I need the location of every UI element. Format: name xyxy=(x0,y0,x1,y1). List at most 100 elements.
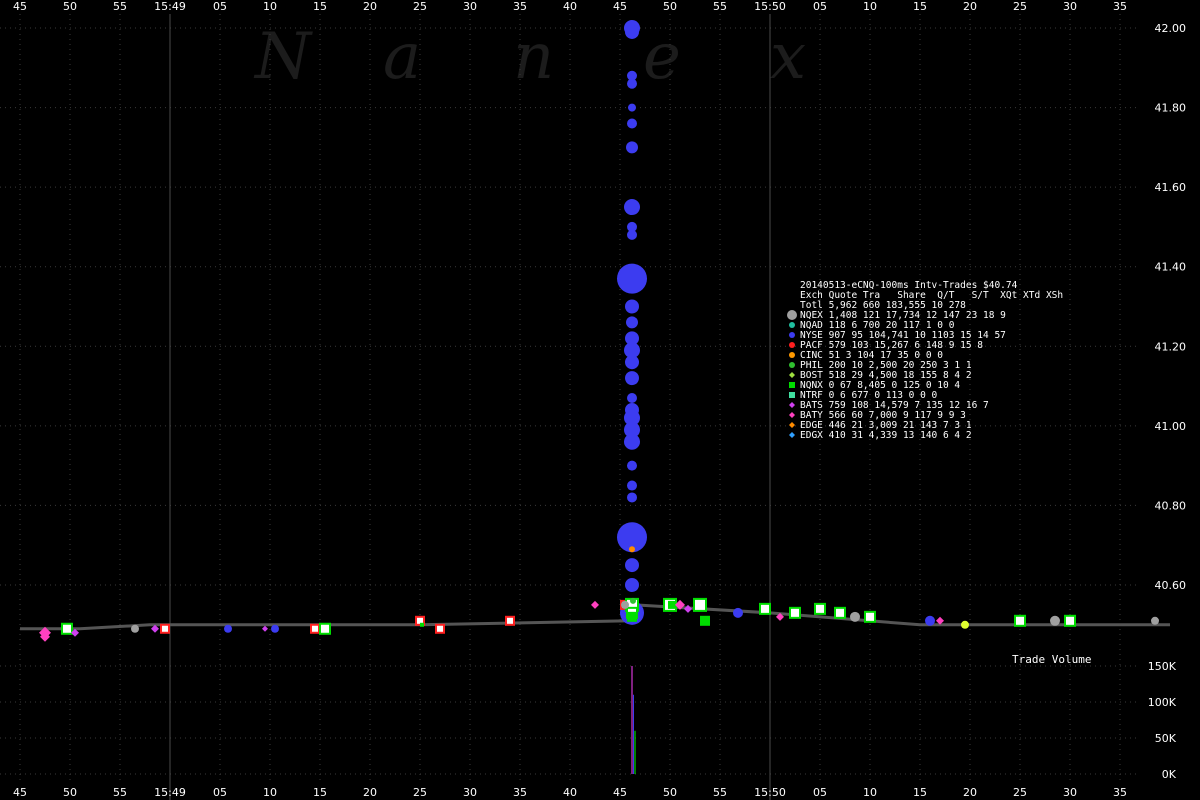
x-tick-top: 15 xyxy=(913,0,927,13)
x-tick-top: 05 xyxy=(213,0,227,13)
legend-symbol xyxy=(787,310,797,320)
trade-point-nyse xyxy=(624,433,640,450)
y-tick: 42.00 xyxy=(1155,22,1187,35)
trade-point-nqex xyxy=(850,611,860,622)
trade-point-nyse xyxy=(625,355,639,370)
x-tick-bottom: 05 xyxy=(213,786,227,799)
legend-symbol xyxy=(789,422,795,428)
x-tick-top: 15:49 xyxy=(154,0,186,13)
x-tick-bottom: 05 xyxy=(813,786,827,799)
trade-point-nyse xyxy=(626,316,638,329)
trade-point-nqnx-fill xyxy=(668,600,676,609)
legend-symbol xyxy=(789,432,795,438)
x-tick-top: 15 xyxy=(313,0,327,13)
x-tick-bottom: 25 xyxy=(413,786,427,799)
trade-point-nqnx-fill xyxy=(627,611,637,622)
trade-point-nyse xyxy=(624,199,640,216)
volume-panel: Trade Volume xyxy=(631,653,1091,774)
legend-symbol xyxy=(789,382,795,388)
trade-point-nyse xyxy=(625,299,639,314)
x-tick-top: 20 xyxy=(963,0,977,13)
legend: 20140513-eCNQ-100ms Intv-Trades $40.74 E… xyxy=(787,280,1063,441)
x-tick-bottom: 30 xyxy=(1063,786,1077,799)
x-tick-bottom: 55 xyxy=(113,786,127,799)
trade-point-nqnx xyxy=(834,606,846,619)
trade-point-nyse xyxy=(627,118,637,129)
trade-point-nqex xyxy=(1151,616,1159,625)
trade-point-nyse xyxy=(625,24,639,39)
trade-point-nqnx xyxy=(319,622,331,635)
legend-symbol xyxy=(789,402,795,408)
trade-point-edge xyxy=(629,546,635,553)
trade-point-nyse xyxy=(224,624,232,633)
x-tick-top: 45 xyxy=(13,0,27,13)
watermark-letter: a xyxy=(383,20,421,94)
x-tick-top: 10 xyxy=(863,0,877,13)
trade-point-bats xyxy=(684,604,692,613)
x-tick-top: 10 xyxy=(263,0,277,13)
x-tick-bottom: 15 xyxy=(313,786,327,799)
trade-point-nqnx-small xyxy=(420,622,424,627)
trade-point-nyse xyxy=(625,558,639,573)
x-tick-bottom: 25 xyxy=(1013,786,1027,799)
y-tick: 41.60 xyxy=(1155,181,1187,194)
watermark-letter: n xyxy=(513,20,554,94)
trade-point-nqnx xyxy=(1014,614,1026,627)
x-tick-bottom: 35 xyxy=(1113,786,1127,799)
trade-point-bats xyxy=(262,625,268,632)
trade-point-nqnx xyxy=(61,622,73,635)
trade-point-nqnx xyxy=(789,606,801,619)
trade-point-baty xyxy=(591,600,599,609)
x-tick-top: 45 xyxy=(613,0,627,13)
x-tick-bottom: 15:50 xyxy=(754,786,786,799)
x-tick-top: 40 xyxy=(563,0,577,13)
trade-point-pacf xyxy=(160,623,170,634)
x-tick-bottom: 45 xyxy=(613,786,627,799)
x-tick-top: 55 xyxy=(713,0,727,13)
watermark: Na n e x xyxy=(253,20,806,94)
trade-point-bost xyxy=(961,620,969,629)
x-tick-top: 35 xyxy=(513,0,527,13)
trade-point-nyse xyxy=(628,103,636,112)
trade-point-nqnx xyxy=(759,602,771,615)
trade-point-nyse xyxy=(625,578,639,592)
trade-point-phil xyxy=(630,597,636,604)
trade-point-nyse xyxy=(626,141,638,154)
legend-symbol xyxy=(789,352,795,358)
x-tick-bottom: 15 xyxy=(913,786,927,799)
trade-point-nyse xyxy=(271,624,279,633)
trade-point-nyse xyxy=(925,615,935,626)
y-tick: 40.60 xyxy=(1155,579,1187,592)
x-tick-bottom: 20 xyxy=(963,786,977,799)
watermark-letter: x xyxy=(770,20,806,94)
x-tick-top: 50 xyxy=(663,0,677,13)
watermark-letter: N xyxy=(253,20,313,94)
trade-point-nqnx xyxy=(1064,614,1076,627)
trade-point-nyse xyxy=(627,393,637,404)
x-tick-top: 35 xyxy=(1113,0,1127,13)
x-tick-top: 05 xyxy=(813,0,827,13)
x-tick-bottom: 20 xyxy=(363,786,377,799)
trade-chart: Na n e x 45 50 55 15:49 05 10 15 20 25 30 35 40 45 50 55 1… xyxy=(0,0,1186,800)
x-tick-top: 50 xyxy=(63,0,77,13)
trade-point-nqnx-fill xyxy=(700,615,710,626)
x-tick-bottom: 45 xyxy=(13,786,27,799)
volume-y-tick: 100K xyxy=(1148,696,1177,709)
legend-row: EDGX 410 31 4,339 13 140 6 4 2 xyxy=(800,430,972,441)
x-tick-bottom: 30 xyxy=(463,786,477,799)
trade-point-nqex xyxy=(1050,615,1060,626)
x-tick-bottom: 10 xyxy=(263,786,277,799)
trade-point-nyse xyxy=(627,460,637,471)
trade-point-pacf xyxy=(435,623,445,634)
x-tick-top: 55 xyxy=(113,0,127,13)
axes: 45 50 55 15:49 05 10 15 20 25 30 35 40 45 50 55 15:50 05… xyxy=(13,0,1186,799)
volume-y-tick: 150K xyxy=(1148,660,1177,673)
y-tick: 41.20 xyxy=(1155,340,1187,353)
trade-point-nyse xyxy=(617,263,647,294)
y-tick: 41.80 xyxy=(1155,102,1187,115)
x-tick-bottom: 35 xyxy=(513,786,527,799)
trade-point-nqnx xyxy=(814,602,826,615)
x-tick-bottom: 40 xyxy=(563,786,577,799)
trade-point-nyse xyxy=(627,229,637,240)
trade-point-pacf xyxy=(505,615,515,626)
